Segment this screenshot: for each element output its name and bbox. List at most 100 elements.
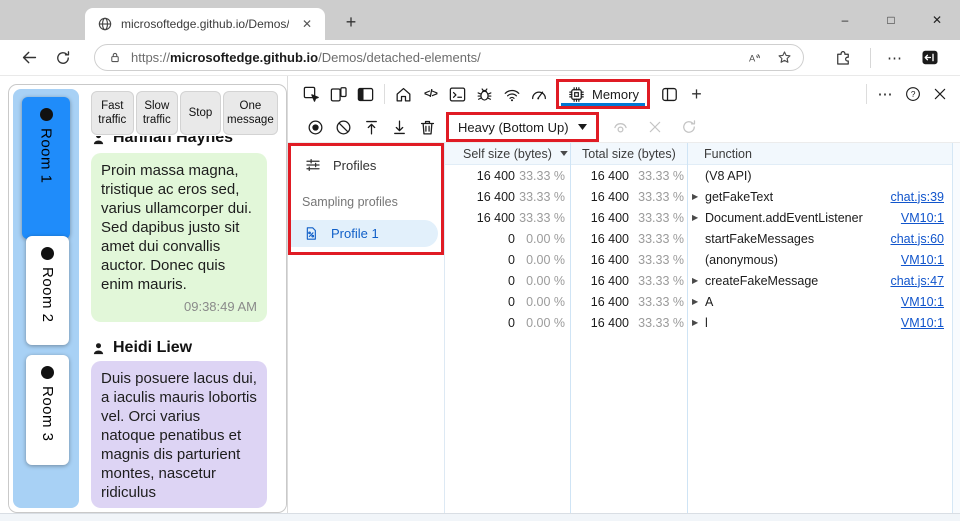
window-bottom-edge — [0, 513, 960, 521]
room-label: Room 3 — [39, 386, 56, 442]
room-dot-icon — [41, 247, 54, 260]
source-link[interactable]: chat.js:60 — [890, 232, 944, 246]
url-field[interactable]: https://microsoftedge.github.io/Demos/de… — [94, 44, 804, 71]
table-row[interactable]: 16 400 33.33 % 16 400 33.33 % ▶ getFakeT… — [445, 186, 960, 207]
table-row[interactable]: 0 0.00 % 16 400 33.33 % ▶ (anonymous) VM… — [445, 249, 960, 270]
room-dot-icon — [39, 108, 53, 121]
self-size-percent: 0.00 % — [526, 294, 565, 309]
minimize-button[interactable]: – — [822, 0, 868, 40]
save-profile-icon[interactable] — [385, 113, 413, 141]
help-icon[interactable]: ? — [899, 80, 926, 108]
source-link[interactable]: VM10:1 — [901, 253, 944, 267]
debugger-icon[interactable] — [471, 80, 498, 108]
one-message-button[interactable]: One message — [222, 91, 279, 135]
maximize-button[interactable]: □ — [868, 0, 914, 40]
expand-arrow-icon[interactable]: ▶ — [692, 192, 705, 201]
self-size-percent: 33.33 % — [519, 210, 565, 225]
function-name: Document.addEventListener — [705, 210, 863, 225]
tab-close-icon[interactable]: ✕ — [297, 15, 317, 33]
function-cell: ▶ (V8 API) — [687, 169, 952, 183]
table-row[interactable]: 16 400 33.33 % 16 400 33.33 % ▶ (V8 API) — [445, 165, 960, 186]
home-icon[interactable] — [390, 80, 417, 108]
favorites-star-icon[interactable] — [776, 49, 793, 66]
slow-traffic-button[interactable]: Slow traffic — [135, 91, 179, 135]
message-time: 09:38:49 AM — [184, 299, 257, 314]
layout-icon[interactable] — [656, 80, 683, 108]
self-size-value: 0 — [508, 273, 515, 288]
read-aloud-icon[interactable]: A — [746, 50, 764, 66]
source-link[interactable]: VM10:1 — [901, 295, 944, 309]
url-text: https://microsoftedge.github.io/Demos/de… — [131, 50, 481, 65]
profiles-header[interactable]: Profiles — [291, 156, 441, 174]
network-icon[interactable] — [498, 80, 525, 108]
room-tab-2[interactable]: Room 2 — [26, 236, 69, 345]
self-size-value: 0 — [508, 294, 515, 309]
table-row[interactable]: 0 0.00 % 16 400 33.33 % ▶ createFakeMess… — [445, 270, 960, 291]
profile-item-selected[interactable]: Profile 1 — [291, 220, 438, 247]
source-link[interactable]: VM10:1 — [901, 211, 944, 225]
fast-traffic-button[interactable]: Fast traffic — [91, 91, 134, 135]
console-icon[interactable] — [444, 80, 471, 108]
disabled-actions — [607, 113, 703, 141]
sidebar-toggle-icon[interactable] — [913, 43, 947, 73]
function-name: (anonymous) — [705, 252, 778, 267]
device-emulation-icon[interactable] — [325, 80, 352, 108]
function-cell: ▶ getFakeText chat.js:39 — [687, 190, 952, 204]
total-size-percent: 33.33 % — [638, 273, 684, 288]
refresh-icon[interactable] — [46, 43, 80, 73]
source-link[interactable]: VM10:1 — [901, 316, 944, 330]
close-button[interactable]: ✕ — [914, 0, 960, 40]
table-scrollbar[interactable] — [952, 143, 960, 513]
room-tab-3[interactable]: Room 3 — [26, 355, 69, 465]
tab-memory[interactable]: Memory — [556, 79, 650, 109]
inspect-icon[interactable] — [298, 80, 325, 108]
table-row[interactable]: 0 0.00 % 16 400 33.33 % ▶ startFakeMessa… — [445, 228, 960, 249]
lock-icon — [108, 50, 122, 65]
expand-arrow-icon[interactable]: ▶ — [692, 318, 705, 327]
room-tab-1[interactable]: Room 1 — [22, 97, 70, 239]
table-row[interactable]: 0 0.00 % 16 400 33.33 % ▶ l VM10:1 — [445, 312, 960, 333]
source-link[interactable]: chat.js:47 — [890, 274, 944, 288]
expand-arrow-icon[interactable]: ▶ — [692, 213, 705, 222]
back-icon[interactable] — [12, 43, 46, 73]
performance-icon[interactable] — [525, 80, 552, 108]
table-row[interactable]: 16 400 33.33 % 16 400 33.33 % ▶ Document… — [445, 207, 960, 228]
column-header-total-size[interactable]: Total size (bytes) — [570, 147, 687, 161]
column-header-function[interactable]: Function — [687, 147, 952, 161]
cancel-icon — [641, 113, 669, 141]
total-size-value: 16 400 — [590, 168, 629, 183]
table-row[interactable]: 0 0.00 % 16 400 33.33 % ▶ A VM10:1 — [445, 291, 960, 312]
clear-icon[interactable] — [329, 113, 357, 141]
record-icon[interactable] — [301, 113, 329, 141]
self-size-percent: 0.00 % — [526, 231, 565, 246]
stop-button[interactable]: Stop — [180, 91, 221, 135]
dropdown-label: Heavy (Bottom Up) — [458, 119, 569, 135]
devtools-close-icon[interactable] — [926, 80, 953, 108]
total-size-value: 16 400 — [590, 294, 629, 309]
sources-icon[interactable]: </> — [417, 80, 444, 108]
more-menu-icon[interactable]: ⋯ — [881, 49, 909, 67]
column-header-self-size[interactable]: Self size (bytes) — [445, 147, 570, 161]
delete-profile-icon[interactable] — [413, 113, 441, 141]
total-size-percent: 33.33 % — [638, 168, 684, 183]
new-tab-button[interactable]: + — [338, 8, 364, 36]
devtools-more-icon[interactable]: ⋯ — [872, 80, 899, 108]
browser-tab[interactable]: microsoftedge.github.io/Demos/c ✕ — [85, 8, 325, 40]
dock-panel-icon[interactable] — [352, 80, 379, 108]
table-header: Self size (bytes) Total size (bytes) Fun… — [445, 143, 960, 165]
message-author: Heidi Liew — [113, 339, 193, 356]
source-link[interactable]: chat.js:39 — [890, 190, 944, 204]
expand-arrow-icon[interactable]: ▶ — [692, 276, 705, 285]
preview-icon — [607, 113, 635, 141]
add-panel-icon[interactable]: + — [683, 80, 710, 108]
profile-view-dropdown[interactable]: Heavy (Bottom Up) — [446, 112, 599, 142]
function-cell: ▶ A VM10:1 — [687, 295, 952, 309]
load-profile-icon[interactable] — [357, 113, 385, 141]
total-size-percent: 33.33 % — [638, 315, 684, 330]
extensions-icon[interactable] — [826, 43, 860, 73]
total-size-percent: 33.33 % — [638, 252, 684, 267]
function-cell: ▶ startFakeMessages chat.js:60 — [687, 232, 952, 246]
profiler-table: Self size (bytes) Total size (bytes) Fun… — [444, 143, 960, 513]
expand-arrow-icon[interactable]: ▶ — [692, 297, 705, 306]
column-divider — [570, 143, 571, 513]
